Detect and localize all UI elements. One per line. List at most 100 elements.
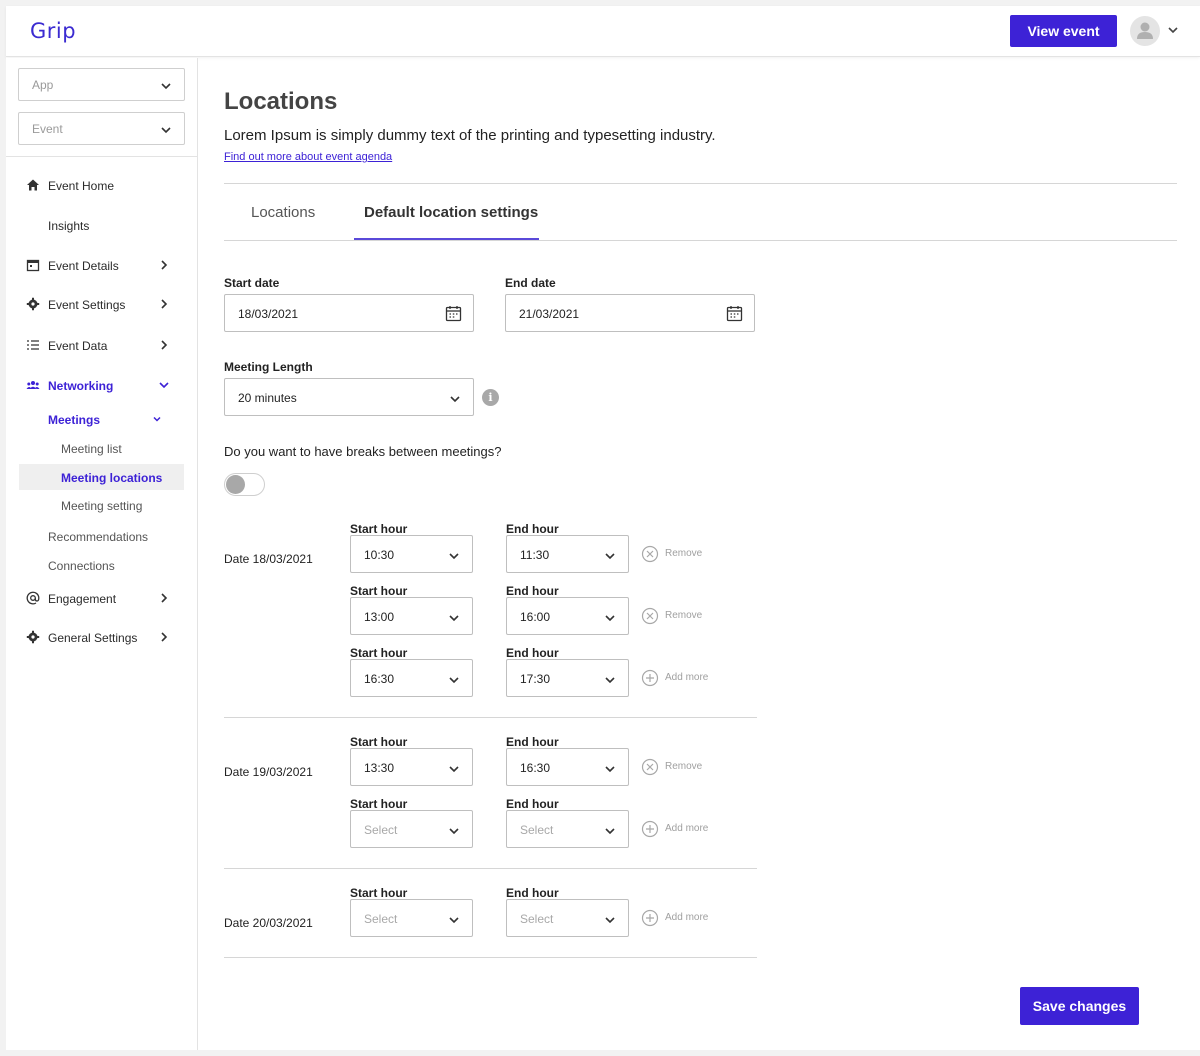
end-date-input[interactable]: 21/03/2021 [505, 294, 755, 332]
event-select[interactable]: Event [18, 112, 185, 145]
start-hour-label: Start hour [350, 646, 408, 660]
info-icon[interactable]: i [482, 389, 499, 406]
sidebar-divider [6, 156, 198, 157]
chevron-down-icon [449, 917, 459, 924]
start-hour-select[interactable]: Select [350, 810, 473, 848]
meeting-length-label: Meeting Length [224, 360, 313, 374]
agenda-help-link[interactable]: Find out more about event agenda [224, 151, 392, 163]
sidebar-item-general-settings[interactable]: General Settings [6, 627, 198, 649]
remove-icon [641, 607, 659, 625]
at-sign-icon [26, 591, 40, 605]
chevron-right-icon [161, 340, 168, 350]
chevron-down-icon [161, 83, 171, 90]
start-hour-label: Start hour [350, 584, 408, 598]
sidebar-item-event-settings[interactable]: Event Settings [6, 294, 198, 316]
remove-slot-button[interactable]: Remove [641, 758, 731, 776]
end-hour-label: End hour [506, 646, 559, 660]
chevron-down-icon [605, 917, 615, 924]
add-more-label: Add more [665, 912, 709, 923]
start-hour-label: Start hour [350, 522, 408, 536]
calendar-icon[interactable] [726, 305, 743, 322]
break-group-divider [224, 717, 757, 718]
end-hour-select[interactable]: Select [506, 810, 629, 848]
page-title: Locations [224, 88, 338, 115]
start-hour-select[interactable]: 13:00 [350, 597, 473, 635]
sidebar-item-event-data[interactable]: Event Data [6, 335, 198, 357]
chevron-down-icon [153, 416, 161, 422]
calendar-icon [26, 259, 40, 272]
add-more-label: Add more [665, 672, 709, 683]
sidebar-item-event-details[interactable]: Event Details [6, 255, 198, 277]
remove-icon [641, 545, 659, 563]
add-more-button[interactable]: Add more [641, 909, 731, 927]
save-changes-button[interactable]: Save changes [1020, 987, 1139, 1025]
breaks-toggle[interactable] [224, 473, 265, 496]
sidebar-item-event-home[interactable]: Event Home [6, 175, 198, 197]
chevron-down-icon [159, 382, 169, 389]
app-frame: Grip View event App Event Event Home Ins… [6, 6, 1200, 1050]
view-event-button[interactable]: View event [1010, 15, 1117, 47]
sidebar-item-meetings[interactable]: Meetings [48, 413, 178, 427]
sidebar-item-label: Meetings [48, 413, 101, 427]
start-hour-select[interactable]: Select [350, 899, 473, 937]
meeting-length-select[interactable]: 20 minutes [224, 378, 474, 416]
start-hour-select[interactable]: 10:30 [350, 535, 473, 573]
end-date-label: End date [505, 276, 556, 290]
sidebar-item-connections[interactable]: Connections [48, 559, 115, 573]
sidebar-item-label: Engagement [48, 592, 117, 606]
end-hour-select[interactable]: Select [506, 899, 629, 937]
calendar-icon[interactable] [445, 305, 462, 322]
end-hour-select[interactable]: 16:00 [506, 597, 629, 635]
sidebar-item-networking[interactable]: Networking [6, 375, 198, 397]
event-select-value: Event [32, 122, 63, 136]
sidebar-item-label: Insights [48, 219, 90, 233]
start-hour-value: 13:00 [364, 610, 395, 624]
sidebar-item-insights[interactable]: Insights [6, 215, 198, 237]
list-icon [27, 340, 39, 350]
add-more-button[interactable]: Add more [641, 820, 731, 838]
remove-slot-button[interactable]: Remove [641, 607, 731, 625]
tab-locations[interactable]: Locations [251, 204, 315, 221]
sidebar-item-meeting-setting[interactable]: Meeting setting [19, 492, 184, 518]
remove-slot-button[interactable]: Remove [641, 545, 731, 563]
break-date-label: Date 20/03/2021 [224, 916, 313, 930]
toggle-knob [226, 475, 245, 494]
start-hour-value: 16:30 [364, 672, 395, 686]
app-select-value: App [32, 78, 54, 92]
chevron-down-icon [605, 677, 615, 684]
end-hour-select[interactable]: 17:30 [506, 659, 629, 697]
start-hour-select[interactable]: 13:30 [350, 748, 473, 786]
divider [224, 183, 1177, 184]
chevron-down-icon [605, 766, 615, 773]
start-date-label: Start date [224, 276, 280, 290]
end-hour-placeholder: Select [520, 912, 554, 926]
user-icon [1137, 22, 1153, 39]
top-header: Grip View event [6, 6, 1200, 57]
chevron-down-icon [605, 553, 615, 560]
avatar[interactable] [1130, 16, 1160, 46]
chevron-down-icon [449, 677, 459, 684]
end-hour-select[interactable]: 16:30 [506, 748, 629, 786]
start-hour-placeholder: Select [364, 912, 398, 926]
start-hour-placeholder: Select [364, 823, 398, 837]
end-hour-label: End hour [506, 886, 559, 900]
end-hour-label: End hour [506, 735, 559, 749]
tab-default-location-settings[interactable]: Default location settings [364, 204, 538, 221]
chevron-down-icon [605, 615, 615, 622]
sidebar-item-recommendations[interactable]: Recommendations [48, 530, 148, 544]
start-hour-select[interactable]: 16:30 [350, 659, 473, 697]
end-hour-value: 11:30 [520, 548, 550, 562]
add-more-button[interactable]: Add more [641, 669, 731, 687]
sidebar-item-meeting-list[interactable]: Meeting list [19, 435, 184, 461]
start-hour-label: Start hour [350, 886, 408, 900]
sidebar-item-engagement[interactable]: Engagement [6, 588, 198, 610]
chevron-down-icon [449, 615, 459, 622]
grip-logo[interactable]: Grip [30, 19, 76, 43]
app-select[interactable]: App [18, 68, 185, 101]
end-hour-select[interactable]: 11:30 [506, 535, 629, 573]
end-date-value: 21/03/2021 [519, 307, 580, 321]
add-icon [641, 669, 659, 687]
sidebar-item-meeting-locations[interactable]: Meeting locations [19, 464, 184, 490]
chevron-down-icon[interactable] [1167, 24, 1179, 36]
start-date-input[interactable]: 18/03/2021 [224, 294, 474, 332]
